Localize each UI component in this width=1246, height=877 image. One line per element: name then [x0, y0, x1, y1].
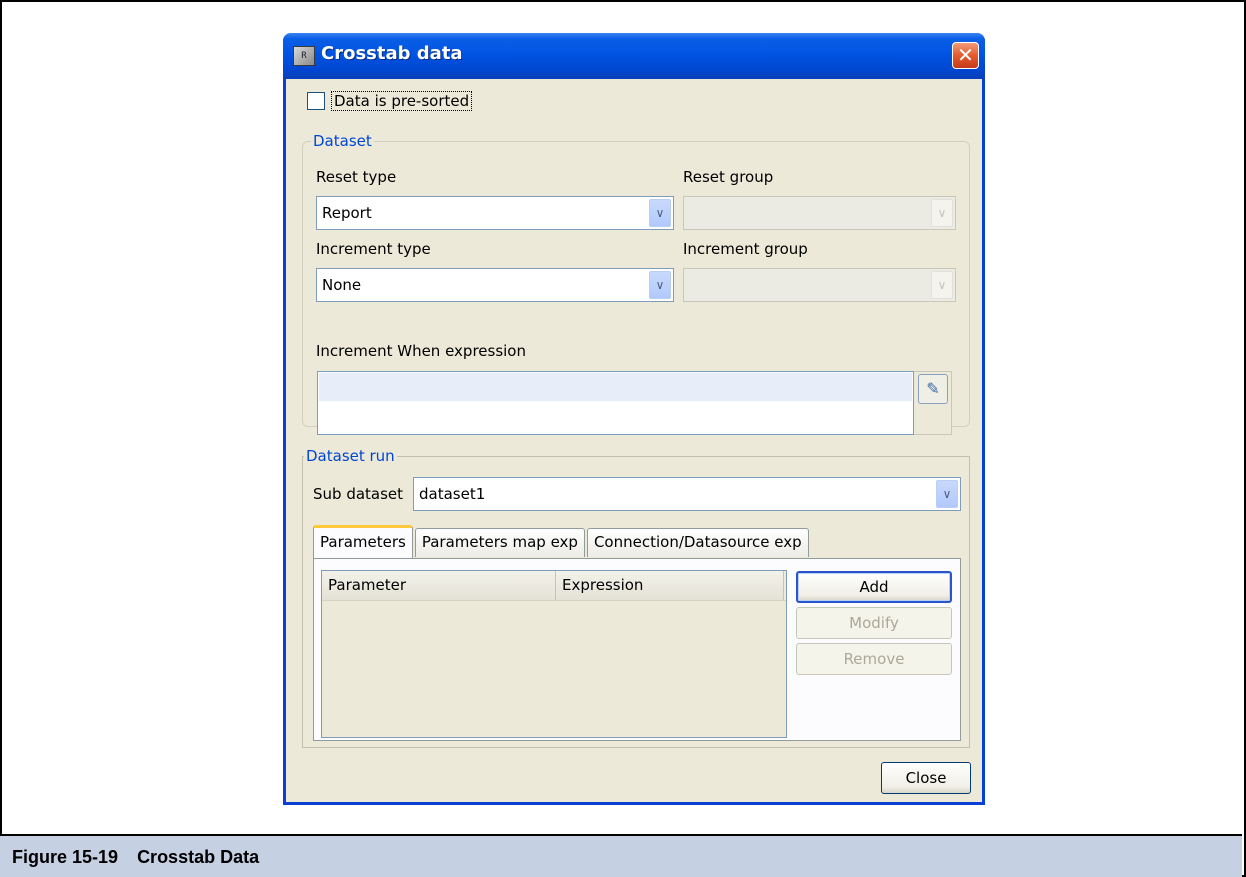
dataset-run-legend: Dataset run: [304, 447, 397, 465]
increment-type-label: Increment type: [316, 240, 431, 258]
tab-parameters-map-exp[interactable]: Parameters map exp: [414, 528, 585, 557]
increment-type-value: None: [322, 276, 362, 294]
dataset-group: Dataset Reset type Report ∨ Reset group …: [302, 132, 970, 435]
increment-when-label: Increment When expression: [316, 342, 526, 360]
figure-caption: Figure 15-19 Crosstab Data: [0, 834, 1242, 877]
increment-group-select[interactable]: ∨: [683, 268, 956, 302]
sub-dataset-value: dataset1: [419, 485, 486, 503]
table-header: Parameter Expression: [322, 571, 786, 601]
dialog-title: Crosstab data: [321, 43, 463, 64]
edit-expression-icon[interactable]: ✎: [918, 374, 948, 404]
parameters-tab-panel: Parameter Expression Add Modify Remove: [313, 558, 961, 741]
tab-connection-datasource-exp[interactable]: Connection/Datasource exp: [586, 528, 809, 557]
presorted-checkbox[interactable]: [307, 92, 325, 110]
increment-group-label: Increment group: [683, 240, 808, 258]
add-button[interactable]: Add: [796, 571, 952, 603]
chevron-down-icon[interactable]: ∨: [931, 199, 953, 227]
dataset-legend: Dataset: [311, 132, 374, 150]
dataset-run-tabs: Parameters Parameters map exp Connection…: [313, 524, 811, 558]
increment-type-select[interactable]: None ∨: [316, 268, 674, 302]
current-line-highlight: [319, 373, 912, 401]
close-icon[interactable]: ✕: [952, 42, 979, 69]
reset-group-label: Reset group: [683, 168, 774, 186]
presorted-label[interactable]: Data is pre-sorted: [331, 91, 473, 111]
chevron-down-icon[interactable]: ∨: [931, 271, 953, 299]
close-button[interactable]: Close: [881, 762, 971, 794]
sub-dataset-label: Sub dataset: [313, 485, 404, 503]
tab-parameters[interactable]: Parameters: [313, 525, 413, 558]
reset-type-label: Reset type: [316, 168, 397, 186]
column-header-parameter[interactable]: Parameter: [322, 571, 556, 600]
reset-group-select[interactable]: ∨: [683, 196, 956, 230]
chevron-down-icon[interactable]: ∨: [649, 271, 671, 299]
report-app-icon: R: [293, 46, 315, 66]
crosstab-data-dialog: R Crosstab data ✕ Data is pre-sorted Dat…: [283, 33, 985, 805]
title-bar[interactable]: R Crosstab data ✕: [283, 33, 985, 79]
chevron-down-icon[interactable]: ∨: [649, 199, 671, 227]
presorted-checkbox-row[interactable]: Data is pre-sorted: [307, 91, 473, 111]
sub-dataset-select[interactable]: dataset1 ∨: [413, 477, 961, 511]
dataset-run-group: Dataset run Sub dataset dataset1 ∨ Param…: [302, 447, 970, 748]
increment-when-editor[interactable]: [317, 371, 914, 435]
figure-number: Figure 15-19: [12, 847, 119, 867]
remove-button[interactable]: Remove: [796, 643, 952, 675]
column-header-expression[interactable]: Expression: [556, 571, 784, 600]
reset-type-select[interactable]: Report ∨: [316, 196, 674, 230]
reset-type-value: Report: [322, 204, 372, 222]
chevron-down-icon[interactable]: ∨: [936, 480, 958, 508]
figure-title: Crosstab Data: [137, 847, 260, 867]
parameters-table[interactable]: Parameter Expression: [321, 570, 787, 738]
modify-button[interactable]: Modify: [796, 607, 952, 639]
